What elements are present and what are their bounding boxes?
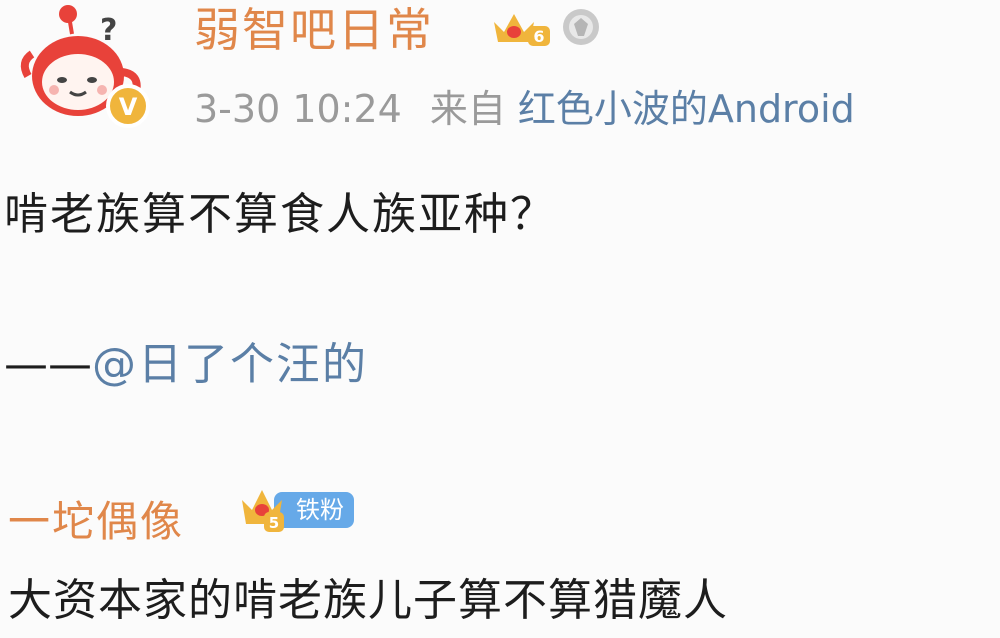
post-author-name[interactable]: 弱智吧日常 (194, 0, 434, 60)
medal-icon (560, 4, 602, 50)
commenter-badges: 铁粉 5 (240, 484, 364, 536)
crown-level-icon: 6 (494, 14, 550, 46)
post-text: 啃老族算不算食人族亚种？ (4, 189, 556, 240)
weibo-post-screenshot: ? V 弱智吧日常 6 3-30 10:24 来自 红色小波的Android 啃… (0, 0, 1000, 638)
crown-level-icon: 5 (240, 484, 290, 536)
author-level-number: 6 (533, 27, 544, 46)
post-attribution: ——@日了个汪的 (4, 328, 368, 392)
post-source-prefix: 来自 (429, 87, 506, 131)
author-level-badge: 6 (490, 8, 552, 50)
author-avatar[interactable]: ? V (18, 2, 154, 138)
commenter-level-number: 5 (269, 514, 279, 532)
comment-text: 大资本家的啃老族儿子算不算猎魔人 (8, 575, 728, 626)
post-source-link[interactable]: 红色小波的Android (518, 87, 855, 131)
mention-link[interactable]: @日了个汪的 (92, 339, 368, 390)
red-teapot-mascot-icon: ? V (20, 5, 150, 128)
post-meta: 3-30 10:24 来自 红色小波的Android (194, 78, 855, 133)
attribution-dash: —— (4, 339, 92, 390)
post-time: 3-30 10:24 (194, 87, 402, 131)
comment-author-name[interactable]: 一坨偶像 (8, 488, 184, 549)
svg-text:V: V (119, 93, 138, 121)
verified-v-icon: V (106, 84, 150, 128)
